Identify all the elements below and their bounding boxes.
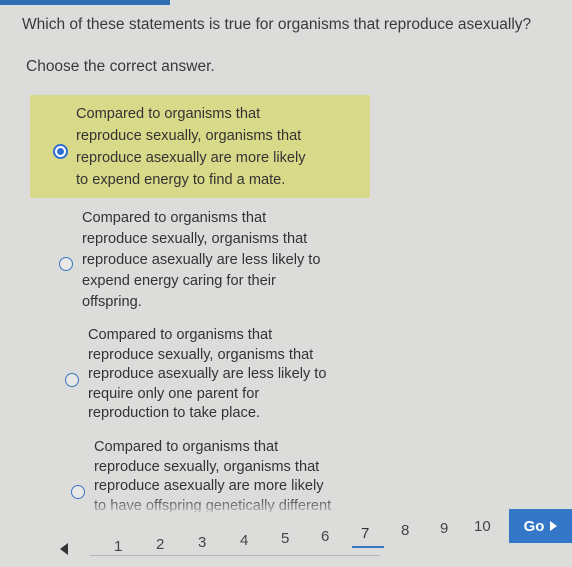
play-arrow-icon — [550, 521, 558, 531]
instruction-text: Choose the correct answer. — [26, 58, 215, 75]
page-number-6[interactable]: 6 — [321, 528, 329, 545]
page-number-2[interactable]: 2 — [156, 536, 164, 553]
page-number-8[interactable]: 8 — [401, 522, 409, 539]
progress-stripe — [0, 0, 170, 5]
page-number-7-current[interactable]: 7 — [361, 525, 369, 542]
page-number-3[interactable]: 3 — [198, 534, 206, 551]
answer-choice-2-text: Compared to organisms that reproduce sex… — [82, 210, 321, 310]
go-button[interactable]: Go — [509, 509, 572, 543]
radio-button[interactable] — [65, 373, 79, 387]
current-page-indicator — [352, 546, 384, 548]
page-number-1[interactable]: 1 — [114, 538, 122, 555]
page-number-9[interactable]: 9 — [440, 520, 448, 537]
answer-choice-3[interactable]: Compared to organisms that reproduce sex… — [56, 324, 376, 434]
page-number-5[interactable]: 5 — [281, 530, 289, 547]
question-text: Which of these statements is true for or… — [22, 16, 532, 33]
go-button-label: Go — [523, 517, 545, 535]
answer-choice-3-text: Compared to organisms that reproduce sex… — [88, 327, 327, 421]
answer-choice-2[interactable]: Compared to organisms that reproduce sex… — [50, 206, 370, 316]
previous-arrow-icon[interactable] — [60, 543, 68, 555]
page-number-10[interactable]: 10 — [474, 518, 491, 535]
pagination-divider — [90, 555, 380, 556]
answer-choice-1-text: Compared to organisms that reproduce sex… — [76, 106, 306, 188]
page-number-4[interactable]: 4 — [240, 532, 248, 549]
radio-button[interactable] — [59, 257, 73, 271]
radio-button-selected[interactable] — [53, 144, 68, 159]
answer-choice-1[interactable]: Compared to organisms that reproduce sex… — [30, 95, 370, 198]
